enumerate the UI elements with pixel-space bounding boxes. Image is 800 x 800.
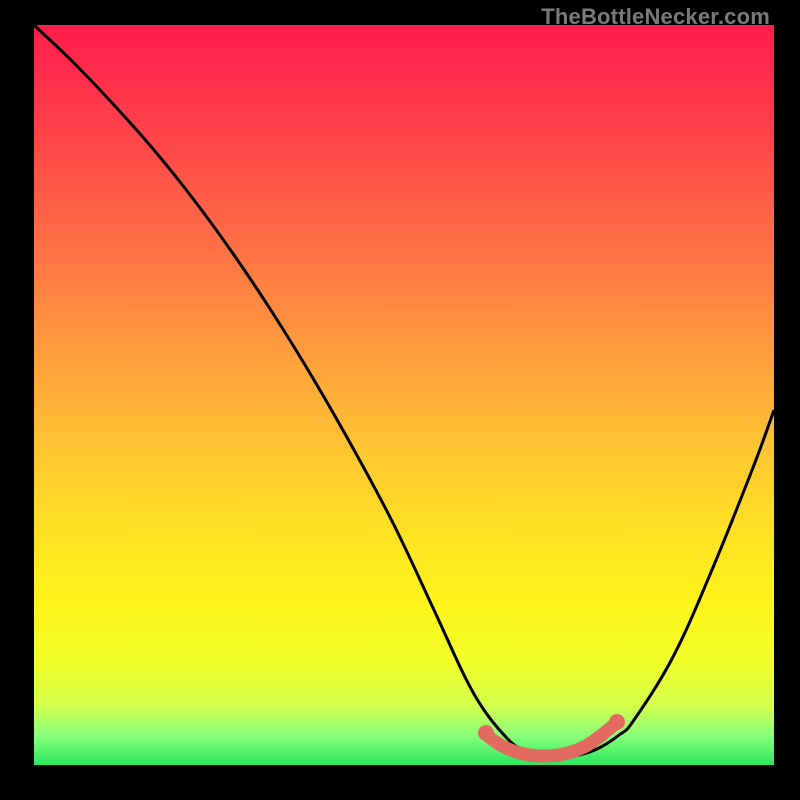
watermark-text: TheBottleNecker.com	[541, 4, 770, 30]
chart-svg	[34, 25, 774, 765]
bottleneck-curve	[34, 25, 774, 757]
chart-frame	[34, 25, 774, 765]
certainty-dot	[478, 725, 494, 741]
certainty-dot	[609, 714, 625, 730]
